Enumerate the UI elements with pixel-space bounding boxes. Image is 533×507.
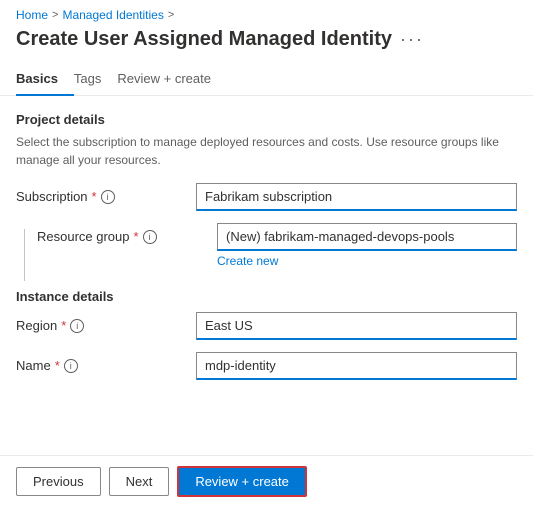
region-label-col: Region * i [16, 312, 196, 333]
subscription-label: Subscription [16, 189, 88, 204]
region-input[interactable] [196, 312, 517, 340]
subscription-input-col [196, 183, 517, 211]
subscription-field-row: Subscription * i [16, 183, 517, 211]
footer: Previous Next Review + create [0, 455, 533, 507]
subscription-input[interactable] [196, 183, 517, 211]
name-required: * [55, 358, 60, 373]
region-input-col [196, 312, 517, 340]
project-details-desc: Select the subscription to manage deploy… [16, 133, 517, 169]
review-create-button[interactable]: Review + create [177, 466, 307, 497]
resource-group-divider-row: Resource group * i Create new [16, 223, 517, 281]
page-title-row: Create User Assigned Managed Identity ··… [0, 26, 533, 63]
resource-group-inner: Resource group * i Create new [37, 223, 517, 280]
instance-details-title: Instance details [16, 289, 517, 304]
region-field-row: Region * i [16, 312, 517, 340]
region-label: Region [16, 318, 57, 333]
create-new-link[interactable]: Create new [217, 254, 517, 268]
tab-basics[interactable]: Basics [16, 63, 74, 96]
main-content: Project details Select the subscription … [0, 96, 533, 380]
resource-group-input-col: Create new [217, 223, 517, 268]
breadcrumb-sep-1: > [52, 9, 58, 21]
breadcrumb: Home > Managed Identities > [0, 0, 533, 26]
name-input[interactable] [196, 352, 517, 380]
next-button[interactable]: Next [109, 467, 170, 496]
subscription-info-icon[interactable]: i [101, 190, 115, 204]
name-field-row: Name * i [16, 352, 517, 380]
region-info-icon[interactable]: i [70, 319, 84, 333]
breadcrumb-managed-identities[interactable]: Managed Identities [62, 8, 163, 22]
region-required: * [61, 318, 66, 333]
resource-group-info-icon[interactable]: i [143, 230, 157, 244]
name-label-col: Name * i [16, 352, 196, 373]
tabs-bar: Basics Tags Review + create [0, 63, 533, 96]
breadcrumb-home[interactable]: Home [16, 8, 48, 22]
resource-group-field-row: Resource group * i Create new [37, 223, 517, 268]
instance-details-section: Instance details [16, 289, 517, 304]
tab-review-create[interactable]: Review + create [117, 63, 227, 96]
resource-group-label: Resource group [37, 229, 130, 244]
name-label: Name [16, 358, 51, 373]
resource-group-input[interactable] [217, 223, 517, 251]
name-input-col [196, 352, 517, 380]
resource-group-label-col: Resource group * i [37, 223, 217, 244]
name-info-icon[interactable]: i [64, 359, 78, 373]
page-title: Create User Assigned Managed Identity [16, 28, 392, 51]
project-details-section: Project details Select the subscription … [16, 112, 517, 169]
more-options-icon[interactable]: ··· [400, 29, 424, 50]
previous-button[interactable]: Previous [16, 467, 101, 496]
resource-group-required: * [134, 229, 139, 244]
tab-tags[interactable]: Tags [74, 63, 117, 96]
subscription-label-col: Subscription * i [16, 183, 196, 204]
subscription-required: * [92, 189, 97, 204]
breadcrumb-sep-2: > [168, 9, 174, 21]
vertical-divider [24, 229, 25, 281]
project-details-title: Project details [16, 112, 517, 127]
